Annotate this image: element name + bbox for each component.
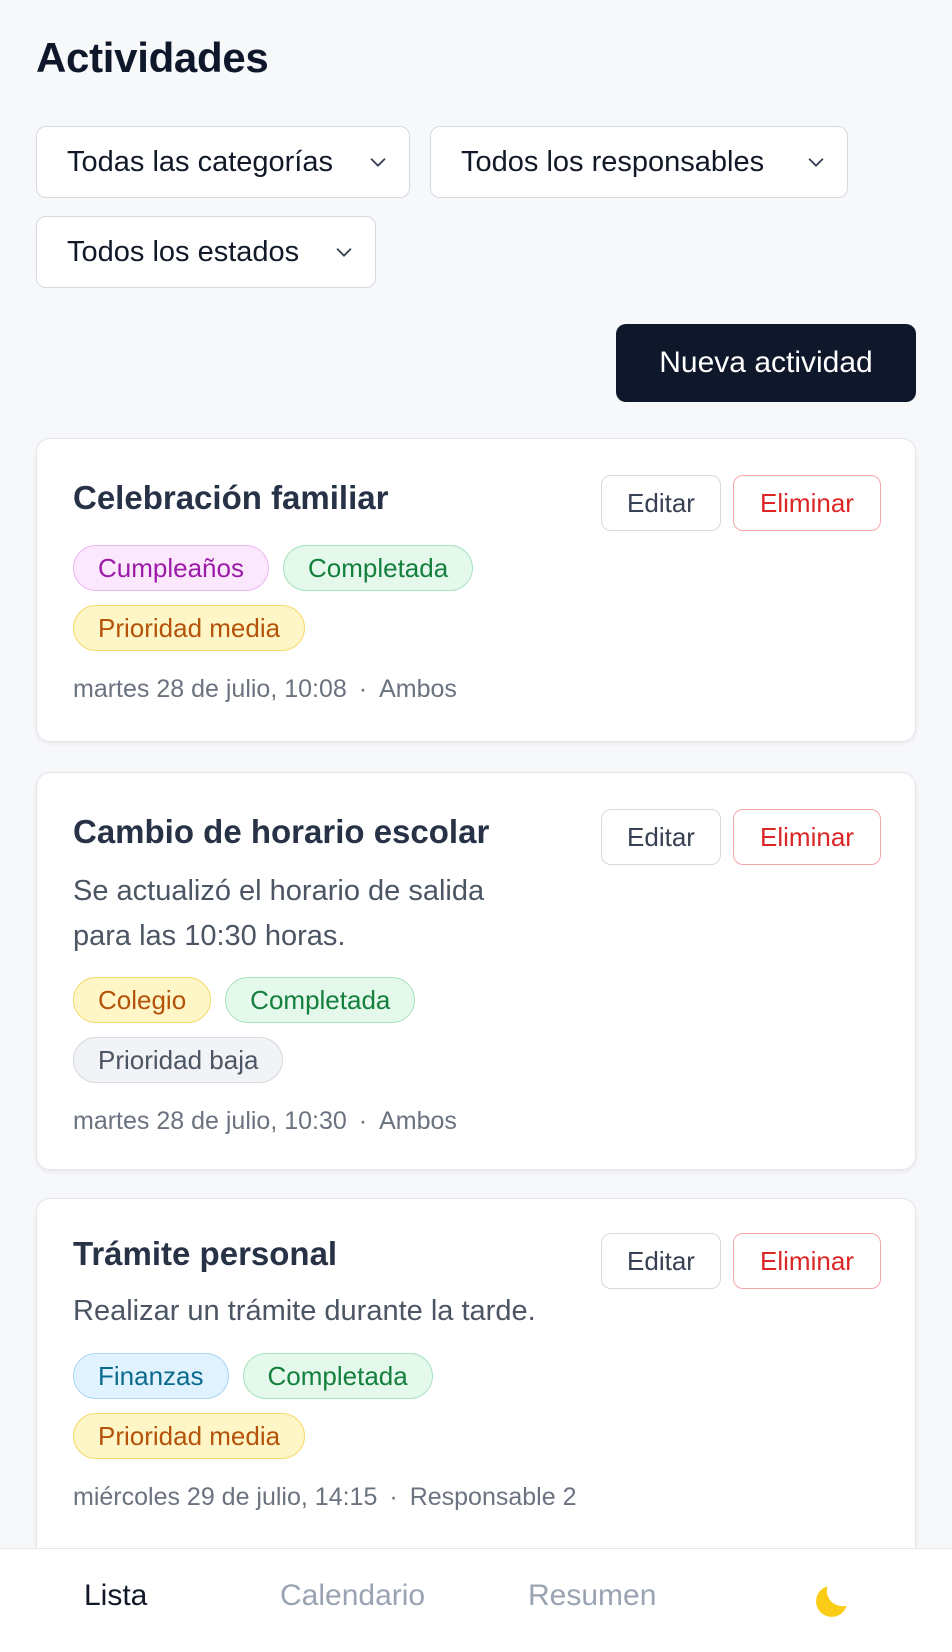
status-badge: Completada <box>282 545 474 591</box>
badge-list: Colegio Completada Prioridad baja <box>73 977 543 1083</box>
edit-button[interactable]: Editar <box>601 475 721 531</box>
activity-meta: martes 28 de julio, 10:08 · Ambos <box>73 675 457 704</box>
badge-list: Finanzas Completada Prioridad media <box>73 1353 543 1459</box>
activity-date: martes 28 de julio, 10:30 <box>73 1107 347 1135</box>
priority-badge: Prioridad media <box>73 605 306 651</box>
activity-date: martes 28 de julio, 10:08 <box>73 675 347 703</box>
responsible-filter-select[interactable]: Todos los responsables <box>430 126 848 198</box>
category-filter-select[interactable]: Todas las categorías <box>36 126 410 198</box>
activity-meta: martes 28 de julio, 10:30 · Ambos <box>73 1107 457 1136</box>
activity-meta: miércoles 29 de julio, 14:15 · Responsable… <box>73 1483 576 1512</box>
moon-icon[interactable] <box>810 1579 854 1623</box>
status-badge: Completada <box>225 977 416 1023</box>
meta-separator: · <box>358 675 368 703</box>
delete-button[interactable]: Eliminar <box>733 475 881 531</box>
page-title: Actividades <box>36 34 269 81</box>
activity-card: Celebración familiar Editar Eliminar Cum… <box>36 438 916 742</box>
activities-page: Actividades Todas las categorías Todos l… <box>0 0 952 1652</box>
chevron-down-icon <box>370 158 386 167</box>
nav-tab-calendar[interactable]: Calendario <box>280 1579 425 1613</box>
delete-button[interactable]: Eliminar <box>733 809 881 865</box>
activity-assignee: Responsable 2 <box>409 1483 577 1511</box>
status-filter-select[interactable]: Todos los estados <box>36 216 376 288</box>
category-badge: Colegio <box>73 977 212 1023</box>
responsible-filter-label: Todos los responsables <box>461 145 765 178</box>
bottom-nav: Lista Calendario Resumen <box>0 1548 952 1652</box>
meta-separator: · <box>389 1483 398 1511</box>
activity-card: Trámite personal Editar Eliminar Realiza… <box>36 1198 916 1578</box>
edit-button[interactable]: Editar <box>601 1233 721 1289</box>
category-badge: Cumpleaños <box>73 545 269 591</box>
meta-separator: · <box>358 1107 368 1135</box>
status-badge: Completada <box>242 1353 433 1399</box>
chevron-down-icon <box>808 158 824 167</box>
activity-description: Se actualizó el horario de salida para l… <box>73 875 485 952</box>
chevron-down-icon <box>336 248 352 257</box>
status-filter-label: Todos los estados <box>67 235 300 268</box>
activity-assignee: Ambos <box>379 675 457 703</box>
activity-assignee: Ambos <box>379 1107 457 1135</box>
activity-card: Cambio de horario escolar Editar Elimina… <box>36 772 916 1170</box>
priority-badge: Prioridad baja <box>73 1037 284 1083</box>
activity-title: Cambio de horario escolar <box>73 813 490 850</box>
activity-title: Trámite personal <box>73 1235 338 1272</box>
priority-badge: Prioridad media <box>73 1413 306 1459</box>
new-activity-button[interactable]: Nueva actividad <box>616 324 916 402</box>
badge-list: Cumpleaños Completada Prioridad media <box>73 545 543 651</box>
nav-tab-list[interactable]: Lista <box>84 1579 147 1613</box>
edit-button[interactable]: Editar <box>601 809 721 865</box>
category-filter-label: Todas las categorías <box>67 145 333 178</box>
activity-date: miércoles 29 de julio, 14:15 <box>73 1483 378 1511</box>
nav-tab-summary[interactable]: Resumen <box>528 1579 656 1613</box>
activity-title: Celebración familiar <box>73 479 389 516</box>
category-badge: Finanzas <box>73 1353 229 1399</box>
delete-button[interactable]: Eliminar <box>733 1233 881 1289</box>
activity-description: Realizar un trámite durante la tarde. <box>73 1295 536 1327</box>
